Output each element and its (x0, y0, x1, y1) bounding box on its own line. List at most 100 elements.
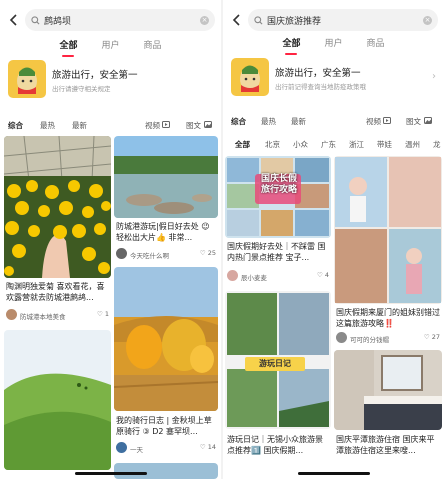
clear-icon[interactable]: × (423, 15, 432, 25)
tip-subtitle: 出行请遵守相关规定 (52, 85, 111, 93)
like-number: 14 (207, 443, 216, 451)
chevron-right-icon[interactable]: › (432, 71, 436, 82)
sort-hottest[interactable]: 最热 (40, 120, 55, 131)
author-name: 可可的分钱帽 (350, 336, 389, 344)
clear-icon[interactable]: × (200, 15, 209, 25)
left-screen: 鹧鸪坝 × 全部 用户 商品 旅游出行，安全第一 出行请遵守相关规定 综合 最热… (0, 0, 221, 479)
note-card[interactable] (114, 463, 218, 479)
avatar (336, 332, 347, 343)
sort-newest[interactable]: 最新 (72, 120, 87, 131)
safety-mascot-icon (231, 58, 269, 96)
result-tabs: 全部 用户 商品 (0, 38, 221, 57)
heart-icon: ♡ (199, 249, 206, 257)
note-caption: 国庆假期好去处｜不踩雷 国内热门景点推荐 宝子... (227, 242, 326, 262)
search-bar: 国庆旅游推荐 × (223, 9, 444, 31)
tab-products[interactable]: 商品 (144, 38, 162, 54)
note-meta: 辰小麦麦 ♡ 4 (227, 270, 329, 282)
lake-rock-photo (114, 136, 218, 218)
chip-long[interactable]: 龙 (433, 139, 441, 150)
like-number: 25 (207, 249, 216, 257)
avatar (116, 442, 127, 453)
chip-wenzhou[interactable]: 温州 (405, 139, 420, 150)
note-card[interactable]: 游玩日记 游玩日记｜无锡小众旅游景点推荐1️⃣ 国庆假期... (225, 291, 331, 463)
search-bar: 鹧鸪坝 × (0, 9, 221, 31)
chip-with-kids[interactable]: 带娃 (377, 139, 392, 150)
sort-comprehensive[interactable]: 综合 (8, 120, 23, 131)
search-query: 国庆旅游推荐 (267, 16, 322, 27)
chip-zhejiang[interactable]: 浙江 (349, 139, 364, 150)
video-icon (383, 117, 391, 126)
like-count[interactable]: ♡ 25 (200, 249, 216, 257)
chip-guangdong[interactable]: 广东 (321, 139, 336, 150)
tip-subtitle: 出行前记得查询当地防疫政策哦 (275, 83, 366, 91)
heart-icon: ♡ (316, 271, 323, 279)
filter-image-text[interactable]: 图文 (406, 116, 421, 127)
chip-niche[interactable]: 小众 (293, 139, 308, 150)
safety-tip-card[interactable]: 旅游出行，安全第一 出行前记得查询当地防疫政策哦 › (231, 58, 436, 98)
like-count[interactable]: ♡ 14 (200, 443, 216, 451)
chip-beijing[interactable]: 北京 (265, 139, 280, 150)
heart-icon: ♡ (423, 333, 430, 341)
sort-newest[interactable]: 最新 (291, 116, 306, 127)
sort-hottest[interactable]: 最热 (261, 116, 276, 127)
tab-all[interactable]: 全部 (59, 38, 77, 57)
xiamen-collage-photo (334, 156, 442, 304)
travel-diary-photo: 游玩日记 (225, 291, 331, 429)
note-caption: 陶渊明独爱菊 喜欢看花，喜欢露营就去防城港鹧鸪... (6, 282, 105, 302)
grassland-photo (4, 330, 111, 470)
tab-products[interactable]: 商品 (367, 36, 385, 52)
search-input[interactable]: 国庆旅游推荐 × (248, 9, 438, 31)
note-card[interactable]: 国庆平潭旅游住宿 国庆来平潭旅游住宿这里来嗖... (334, 350, 442, 463)
heart-icon: ♡ (96, 310, 103, 318)
filter-video[interactable]: 视频 (145, 120, 160, 131)
right-screen: 国庆旅游推荐 × 全部 用户 商品 旅游出行，安全第一 出行前记得查询当地防疫政… (223, 0, 444, 479)
search-input[interactable]: 鹧鸪坝 × (25, 9, 215, 31)
note-card[interactable] (4, 330, 111, 470)
tip-title: 旅游出行，安全第一 (52, 70, 138, 81)
filter-image-text[interactable]: 图文 (186, 120, 201, 131)
tip-title: 旅游出行，安全第一 (275, 68, 361, 79)
back-icon[interactable] (229, 10, 243, 30)
sky-photo (114, 463, 218, 479)
filter-video[interactable]: 视频 (366, 116, 381, 127)
sort-filter-bar: 综合 最热 最新 视频 图文 (223, 114, 444, 128)
note-caption: 我的骑行日志 | 金秋坝上草原骑行 ③ D2 塞罕坝... (116, 416, 212, 436)
avatar (6, 309, 17, 320)
like-count[interactable]: ♡ 4 (317, 271, 329, 279)
note-meta: 可可的分钱帽 ♡ 27 (336, 332, 440, 344)
like-number: 1 (104, 310, 109, 318)
sort-filter-bar: 综合 最热 最新 视频 图文 (0, 118, 221, 132)
note-meta: 一天 ♡ 14 (116, 442, 216, 454)
note-caption: 防城港游玩|假日好去处 😉轻松出大片👍 非常... (116, 222, 210, 242)
sort-comprehensive[interactable]: 综合 (231, 116, 246, 127)
safety-tip-card[interactable]: 旅游出行，安全第一 出行请遵守相关规定 (8, 60, 213, 100)
note-card[interactable]: 国庆长假 旅行攻略 国庆假期好去处｜不踩雷 国内热门景点推荐 宝子... 辰小麦… (225, 156, 331, 288)
chrysanthemum-photo (4, 136, 111, 278)
tab-all[interactable]: 全部 (282, 36, 300, 55)
back-icon[interactable] (6, 10, 20, 30)
home-indicator (74, 472, 147, 475)
collage-photo: 国庆长假 旅行攻略 (225, 156, 331, 238)
note-card[interactable]: 防城港游玩|假日好去处 😉轻松出大片👍 非常... 今天吃什么啊 ♡ 25 (114, 136, 218, 262)
search-query: 鹧鸪坝 (44, 16, 72, 27)
cover-title: 游玩日记 (259, 359, 291, 368)
like-count[interactable]: ♡ 1 (97, 310, 109, 318)
safety-mascot-icon (8, 60, 46, 98)
heart-icon: ♡ (199, 443, 206, 451)
note-meta: 防城港本地美食 ♡ 1 (6, 309, 109, 321)
chip-all[interactable]: 全部 (235, 139, 250, 150)
result-tabs: 全部 用户 商品 (223, 36, 444, 55)
like-count[interactable]: ♡ 27 (424, 333, 440, 341)
like-number: 4 (324, 271, 329, 279)
note-card[interactable]: 国庆假期来厦门的姐妹别错过这篇旅游攻略‼️ 可可的分钱帽 ♡ 27 (334, 156, 442, 346)
tab-users[interactable]: 用户 (101, 38, 119, 54)
author-name: 今天吃什么啊 (130, 252, 169, 260)
note-card[interactable]: 我的骑行日志 | 金秋坝上草原骑行 ③ D2 塞罕坝... 一天 ♡ 14 (114, 267, 218, 459)
note-card[interactable]: 陶渊明独爱菊 喜欢看花，喜欢露营就去防城港鹧鸪... 防城港本地美食 ♡ 1 (4, 136, 111, 325)
image-icon (204, 121, 212, 130)
cover-title: 国庆长假 旅行攻略 (260, 174, 297, 195)
hotel-room-photo (334, 350, 442, 430)
tab-users[interactable]: 用户 (324, 36, 342, 52)
note-caption: 国庆假期来厦门的姐妹别错过这篇旅游攻略‼️ (336, 308, 440, 328)
avatar (227, 270, 238, 281)
